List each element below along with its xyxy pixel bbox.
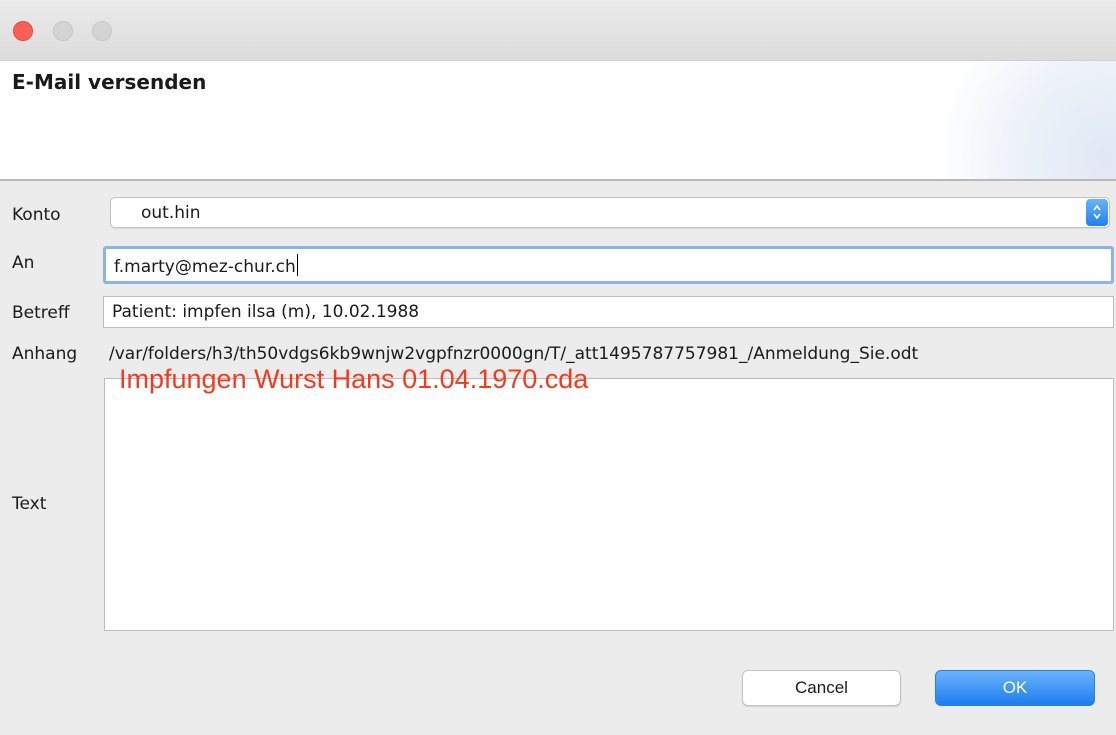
cancel-button[interactable]: Cancel xyxy=(742,670,901,706)
konto-select-value: out.hin xyxy=(141,203,201,223)
attachment-path: /var/folders/h3/th50vdgs6kb9wnjw2vgpfnzr… xyxy=(109,344,919,364)
betreff-input-value: Patient: impfen ilsa (m), 10.02.1988 xyxy=(112,302,420,322)
email-dialog-window: E-Mail versenden Konto out.hin An f.mart… xyxy=(0,0,1116,735)
minimize-window-button[interactable] xyxy=(53,21,73,41)
konto-select[interactable]: out.hin xyxy=(110,197,1110,228)
zoom-window-button[interactable] xyxy=(92,21,112,41)
updown-chevron-icon[interactable] xyxy=(1086,199,1108,226)
attachment-overlay-text: Impfungen Wurst Hans 01.04.1970.cda xyxy=(119,364,589,394)
an-label: An xyxy=(12,253,35,273)
betreff-input[interactable]: Patient: impfen ilsa (m), 10.02.1988 xyxy=(103,296,1114,328)
an-input-value: f.marty@mez-chur.ch xyxy=(114,257,296,277)
title-bar xyxy=(0,0,1116,61)
betreff-label: Betreff xyxy=(12,303,70,323)
text-caret xyxy=(296,254,298,276)
anhang-label: Anhang xyxy=(12,344,78,364)
an-input[interactable]: f.marty@mez-chur.ch xyxy=(103,246,1114,284)
header-decoration xyxy=(916,61,1116,179)
text-label: Text xyxy=(12,494,47,514)
message-textarea[interactable] xyxy=(104,378,1114,631)
close-window-button[interactable] xyxy=(13,21,33,41)
ok-button[interactable]: OK xyxy=(935,670,1095,706)
header-divider xyxy=(0,179,1116,181)
dialog-title: E-Mail versenden xyxy=(12,70,207,94)
konto-label: Konto xyxy=(12,205,61,225)
